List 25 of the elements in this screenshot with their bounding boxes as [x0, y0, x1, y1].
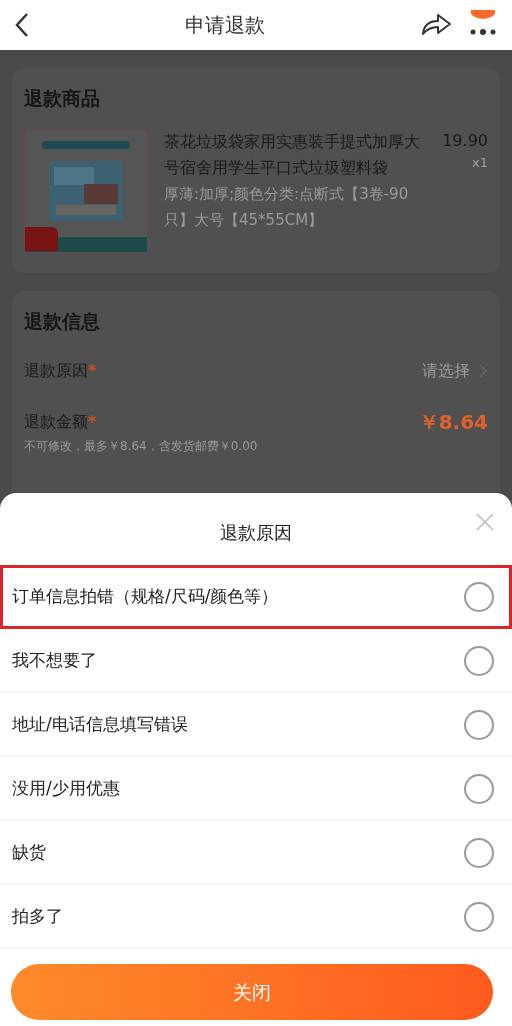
product-spec: 厚薄:加厚;颜色分类:点断式【3卷-90只】大号【45*55CM】 — [164, 183, 410, 231]
product-price: 19.90 — [442, 129, 488, 152]
product-quantity: x1 — [471, 153, 488, 172]
option-label: 缺货 — [12, 840, 46, 864]
share-icon[interactable] — [420, 12, 452, 38]
option-label: 地址/电话信息填写错误 — [12, 712, 188, 736]
option-label: 没用/少用优惠 — [12, 776, 120, 800]
radio-button[interactable] — [464, 901, 494, 932]
sheet-title: 退款原因 — [220, 522, 292, 543]
radio-button[interactable] — [464, 773, 494, 804]
option-label: 订单信息拍错（规格/尺码/颜色等） — [12, 585, 279, 609]
radio-button[interactable] — [464, 582, 494, 612]
close-icon[interactable] — [476, 513, 494, 531]
radio-button[interactable] — [464, 645, 494, 676]
section-title: 退款信息 — [24, 308, 101, 334]
highlighted-option[interactable]: 订单信息拍错（规格/尺码/颜色等） — [0, 565, 512, 629]
back-icon[interactable] — [14, 12, 30, 38]
radio-button[interactable] — [464, 709, 494, 740]
page-title: 申请退款 — [185, 12, 265, 39]
option-label: 我不想要了 — [12, 648, 97, 672]
refund-amount: ￥8.64 — [418, 409, 488, 436]
amount-note: 不可修改，最多￥8.64，含发货邮费￥0.00 — [24, 438, 259, 455]
section-title: 退款商品 — [24, 86, 101, 111]
option-label: 拍多了 — [12, 904, 63, 928]
radio-button[interactable] — [464, 837, 494, 868]
